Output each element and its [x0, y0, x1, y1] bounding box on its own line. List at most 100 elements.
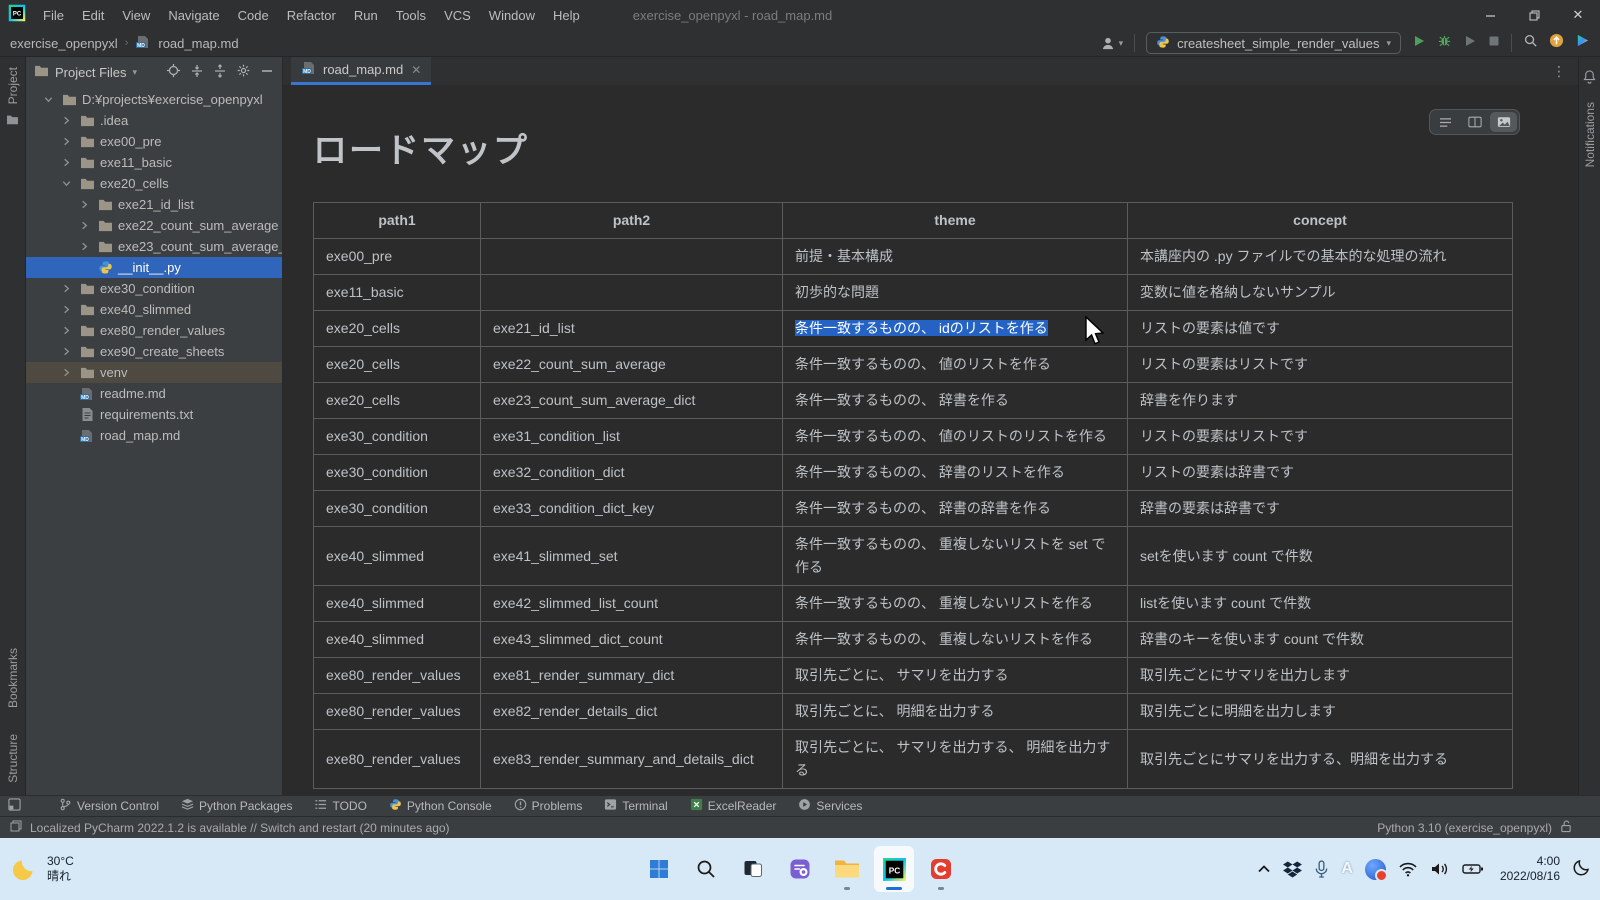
chevron-right-icon[interactable]	[58, 346, 74, 357]
cell-r1-c2[interactable]: 初歩的な問題	[783, 275, 1128, 311]
tree-item-exe90-create-sheets[interactable]: exe90_create_sheets	[26, 341, 282, 362]
tree-item-exe40-slimmed[interactable]: exe40_slimmed	[26, 299, 282, 320]
cell-r5-c0[interactable]: exe30_condition	[314, 419, 481, 455]
tool-window-python-packages[interactable]: Python Packages	[181, 798, 292, 814]
cell-r4-c3[interactable]: 辞書を作ります	[1128, 383, 1513, 419]
tree-item-readme-md[interactable]: MDreadme.md	[26, 383, 282, 404]
cell-r1-c1[interactable]	[481, 275, 783, 311]
cell-r8-c1[interactable]: exe41_slimmed_set	[481, 527, 783, 586]
cell-r10-c2[interactable]: 条件一致するものの、 重複しないリストを作る	[783, 622, 1128, 658]
ime-a-icon[interactable]: A	[1341, 860, 1353, 878]
menu-window[interactable]: Window	[480, 5, 544, 26]
tab-options-icon[interactable]: ⋮	[1540, 57, 1578, 85]
tree-item-d-projects-exercise-openpyxl[interactable]: D:¥projects¥exercise_openpyxl	[26, 89, 282, 110]
tree-item-exe11-basic[interactable]: exe11_basic	[26, 152, 282, 173]
tree-item-exe20-cells[interactable]: exe20_cells	[26, 173, 282, 194]
cell-r13-c0[interactable]: exe80_render_values	[314, 730, 481, 789]
tool-window-python-console[interactable]: Python Console	[389, 798, 492, 814]
ide-features-trainer-icon[interactable]	[1575, 33, 1590, 53]
browser-sphere-icon[interactable]	[1365, 859, 1386, 880]
notifications-bell-icon[interactable]	[1582, 69, 1597, 90]
locate-icon[interactable]	[166, 63, 181, 81]
menu-edit[interactable]: Edit	[73, 5, 113, 26]
tool-window-services[interactable]: Services	[798, 798, 862, 814]
microphone-icon[interactable]	[1314, 860, 1329, 879]
night-light-icon[interactable]	[1572, 857, 1592, 882]
cell-r4-c0[interactable]: exe20_cells	[314, 383, 481, 419]
tree-item-exe00-pre[interactable]: exe00_pre	[26, 131, 282, 152]
close-button[interactable]: ✕	[1556, 0, 1600, 30]
cell-r0-c1[interactable]	[481, 239, 783, 275]
battery-icon[interactable]	[1462, 862, 1484, 876]
cell-r12-c0[interactable]: exe80_render_values	[314, 694, 481, 730]
chevron-right-icon[interactable]	[58, 115, 74, 126]
tool-stripe-project[interactable]: Project	[6, 67, 20, 104]
tree-item-venv[interactable]: venv	[26, 362, 282, 383]
run-configuration-select[interactable]: createsheet_simple_render_values ▾	[1146, 32, 1401, 54]
tool-window-terminal[interactable]: Terminal	[604, 798, 667, 814]
tab-road-map[interactable]: MD road_map.md ✕	[291, 57, 431, 85]
chevron-right-icon[interactable]	[58, 325, 74, 336]
cell-r13-c3[interactable]: 取引先ごとにサマリを出力する、明細を出力する	[1128, 730, 1513, 789]
volume-icon[interactable]	[1430, 861, 1450, 877]
cell-r9-c3[interactable]: listを使います count で件数	[1128, 586, 1513, 622]
cell-r9-c2[interactable]: 条件一致するものの、 重複しないリストを作る	[783, 586, 1128, 622]
tool-stripe-bookmarks[interactable]: Bookmarks	[6, 648, 20, 708]
menu-view[interactable]: View	[113, 5, 159, 26]
cell-r11-c2[interactable]: 取引先ごとに、 サマリを出力する	[783, 658, 1128, 694]
cell-r11-c0[interactable]: exe80_render_values	[314, 658, 481, 694]
tool-window-excelreader[interactable]: ExcelReader	[690, 798, 777, 814]
tree-item-idea[interactable]: .idea	[26, 110, 282, 131]
taskbar-app-windows-start[interactable]	[639, 846, 679, 892]
user-dropdown[interactable]: ▾	[1100, 36, 1124, 51]
cell-r1-c3[interactable]: 変数に値を格納しないサンプル	[1128, 275, 1513, 311]
cell-r8-c3[interactable]: setを使います count で件数	[1128, 527, 1513, 586]
menu-help[interactable]: Help	[544, 5, 589, 26]
cell-r11-c1[interactable]: exe81_render_summary_dict	[481, 658, 783, 694]
cell-r3-c0[interactable]: exe20_cells	[314, 347, 481, 383]
menu-vcs[interactable]: VCS	[435, 5, 480, 26]
tree-item-exe23-count-sum-average-dict[interactable]: exe23_count_sum_average_dict	[26, 236, 282, 257]
split-view-toggle[interactable]	[1461, 112, 1488, 132]
editor-only-toggle[interactable]	[1432, 112, 1459, 132]
cell-r5-c1[interactable]: exe31_condition_list	[481, 419, 783, 455]
dropbox-icon[interactable]	[1283, 861, 1302, 878]
cell-r2-c2[interactable]: 条件一致するものの、 idのリストを作る	[783, 311, 1128, 347]
cell-r9-c1[interactable]: exe42_slimmed_list_count	[481, 586, 783, 622]
menu-run[interactable]: Run	[345, 5, 387, 26]
cell-r7-c3[interactable]: 辞書の要素は辞書です	[1128, 491, 1513, 527]
settings-icon[interactable]	[236, 63, 251, 81]
cell-r9-c0[interactable]: exe40_slimmed	[314, 586, 481, 622]
tool-window-problems[interactable]: Problems	[514, 798, 583, 814]
cell-r0-c0[interactable]: exe00_pre	[314, 239, 481, 275]
cell-r12-c3[interactable]: 取引先ごとに明細を出力します	[1128, 694, 1513, 730]
chevron-right-icon[interactable]	[58, 136, 74, 147]
cell-r13-c1[interactable]: exe83_render_summary_and_details_dict	[481, 730, 783, 789]
tree-item-exe21-id-list[interactable]: exe21_id_list	[26, 194, 282, 215]
cell-r3-c3[interactable]: リストの要素はリストです	[1128, 347, 1513, 383]
chevron-down-icon[interactable]	[40, 94, 56, 105]
chevron-down-icon[interactable]	[58, 178, 74, 189]
cell-r7-c0[interactable]: exe30_condition	[314, 491, 481, 527]
taskbar-app-task-view[interactable]	[733, 846, 773, 892]
taskbar-app-chat[interactable]	[780, 846, 820, 892]
cell-r5-c3[interactable]: リストの要素はリストです	[1128, 419, 1513, 455]
wifi-icon[interactable]	[1398, 861, 1418, 877]
cell-r3-c1[interactable]: exe22_count_sum_average	[481, 347, 783, 383]
cell-r0-c2[interactable]: 前提・基本構成	[783, 239, 1128, 275]
cell-r13-c2[interactable]: 取引先ごとに、 サマリを出力する、 明細を出力する	[783, 730, 1128, 789]
taskbar-app-clipchamp[interactable]	[921, 846, 961, 892]
interpreter-widget[interactable]: Python 3.10 (exercise_openpyxl)	[1377, 821, 1552, 835]
chevron-right-icon[interactable]	[58, 304, 74, 315]
minimize-button[interactable]	[1468, 0, 1512, 30]
status-message[interactable]: Localized PyCharm 2022.1.2 is available …	[30, 821, 450, 835]
tree-item-exe30-condition[interactable]: exe30_condition	[26, 278, 282, 299]
cell-r5-c2[interactable]: 条件一致するものの、 値のリストのリストを作る	[783, 419, 1128, 455]
cell-r10-c3[interactable]: 辞書のキーを使います count で件数	[1128, 622, 1513, 658]
chevron-down-icon[interactable]: ▾	[133, 67, 138, 78]
cell-r7-c2[interactable]: 条件一致するものの、 辞書の辞書を作る	[783, 491, 1128, 527]
menu-tools[interactable]: Tools	[387, 5, 435, 26]
restore-button[interactable]	[1512, 0, 1556, 30]
menu-code[interactable]: Code	[229, 5, 278, 26]
tool-window-switcher-icon[interactable]	[8, 798, 21, 814]
